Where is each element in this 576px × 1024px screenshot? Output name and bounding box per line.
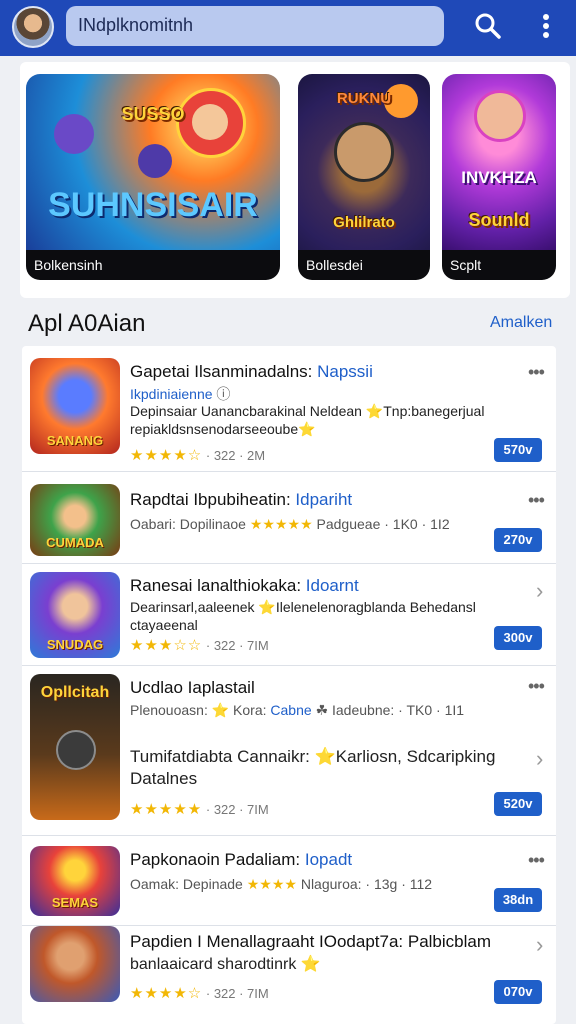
app-rating: ★★★★☆ · 322 · 7IM [130,985,269,1002]
search-input[interactable]: INdplknomitnh [66,6,444,46]
search-icon[interactable] [472,10,504,42]
thumbnail-label: SNUDAG [46,637,104,652]
price-button[interactable]: 520v [494,792,542,816]
more-options-icon[interactable]: ••• [528,362,545,383]
app-subtitle: Plenouoasn: ⭐ Kora: Cabne ☘ Iadeubne: · … [130,702,465,718]
more-options-icon[interactable]: ••• [528,490,545,511]
chevron-right-icon[interactable]: › [536,746,543,772]
banner-art-title: SUHNSISAIR [48,186,258,224]
banner-art: INVKHZA Sounld [442,74,556,250]
list-item[interactable]: Opllcitah Ucdlao Iaplastail Plenouoasn: … [22,666,556,836]
app-title: Papkonaoin Padaliam: Iopadt [130,850,353,869]
banner-card[interactable]: INVKHZA Sounld Scplt [442,74,556,280]
app-list: SANANG Gapetai Ilsanminadalns: Napssii I… [22,346,556,1024]
banner-caption: Bolkensinh [26,250,280,280]
banner-art-subtitle: SUSSO [121,104,185,124]
thumbnail-label: SANANG [46,433,104,448]
more-options-icon[interactable]: ••• [528,676,545,697]
section-title: Apl A0Aian [28,310,146,337]
app-thumbnail: CUMADA [30,484,120,556]
app-subtitle: Oabari: Dopilinaoe ★★★★★ Padgueae · 1K0 … [130,516,450,532]
top-app-bar: INdplknomitnh [0,0,576,56]
featured-carousel: SUSSO SUHNSISAIR Bolkensinh RUKNU Ghlilr… [20,62,570,298]
price-button[interactable]: 300v [494,626,542,650]
more-vert-icon[interactable] [530,10,562,42]
banner-art-subtitle: INVKHZA [461,168,537,187]
app-title: Ranesai lanalthiokaka: Idoarnt [130,576,359,595]
thumbnail-label: CUMADA [46,535,104,550]
app-title: Gapetai Ilsanminadalns: Napssii [130,362,373,381]
app-description: Dearinsarl,aaleenek ⭐Ilelenelenoragbland… [130,599,476,633]
price-button[interactable]: 38dn [494,888,542,912]
list-item[interactable]: SANANG Gapetai Ilsanminadalns: Napssii I… [22,346,556,472]
banner-caption: Bollesdei [298,250,430,280]
app-rating: ★★★☆☆ · 322 · 7IM [130,637,269,654]
avatar[interactable] [12,6,54,48]
banner-art-title: Ghlilrato [333,214,395,231]
app-thumbnail [30,926,120,1002]
app-description: Depinsaiar Uanancbarakinal Neldean ⭐Tnp:… [130,403,485,437]
banner-art: SUSSO SUHNSISAIR [26,74,280,250]
app-title: Rapdtai Ibpubiheatin: Idpariht [130,490,353,509]
banner-art: RUKNU Ghlilrato [298,74,430,250]
thumbnail-label: SEMAS [51,895,99,910]
app-title: Papdien I Menallagraaht IOodapt7a: Palbi… [130,932,492,951]
app-subtitle: Ikpdiniaienne ⓘ [130,386,231,402]
banner-card[interactable]: SUSSO SUHNSISAIR Bolkensinh [26,74,280,280]
price-button[interactable]: 070v [494,980,542,1004]
chevron-right-icon[interactable]: › [536,578,543,604]
price-button[interactable]: 270v [494,528,542,552]
app-title: Ucdlao Iaplastail [130,678,255,697]
app-rating: ★★★★★ · 322 · 7IM [130,801,269,818]
thumbnail-label: Opllcitah [40,684,110,701]
app-thumbnail: SNUDAG [30,572,120,658]
app-thumbnail: SEMAS [30,846,120,916]
price-button[interactable]: 570v [494,438,542,462]
app-rating: ★★★★☆ · 322 · 2M [130,447,266,464]
app-description: banlaaicard sharodtinrk ⭐ [130,956,321,973]
banner-caption: Scplt [442,250,556,280]
chevron-right-icon[interactable]: › [536,932,543,958]
list-item[interactable]: Papdien I Menallagraaht IOodapt7a: Palbi… [22,926,556,1020]
app-thumbnail: Opllcitah [30,674,120,820]
banner-card[interactable]: RUKNU Ghlilrato Bollesdei [298,74,430,280]
list-item[interactable]: SNUDAG Ranesai lanalthiokaka: Idoarnt De… [22,564,556,666]
section-see-all-link[interactable]: Amalken [490,314,552,332]
app-description: Tumifatdiabta Cannaikr: ⭐Karliosn, Sdcar… [130,747,496,788]
more-options-icon[interactable]: ••• [528,850,545,871]
app-subtitle: Oamak: Depinade ★★★★ Nlaguroa: · 13g · 1… [130,876,433,892]
list-item[interactable]: SEMAS Papkonaoin Padaliam: Iopadt Oamak:… [22,836,556,926]
app-thumbnail: SANANG [30,358,120,454]
list-item[interactable]: CUMADA Rapdtai Ibpubiheatin: Idpariht Oa… [22,472,556,564]
banner-art-subtitle: RUKNU [336,90,392,107]
banner-art-title: Sounld [468,210,530,230]
